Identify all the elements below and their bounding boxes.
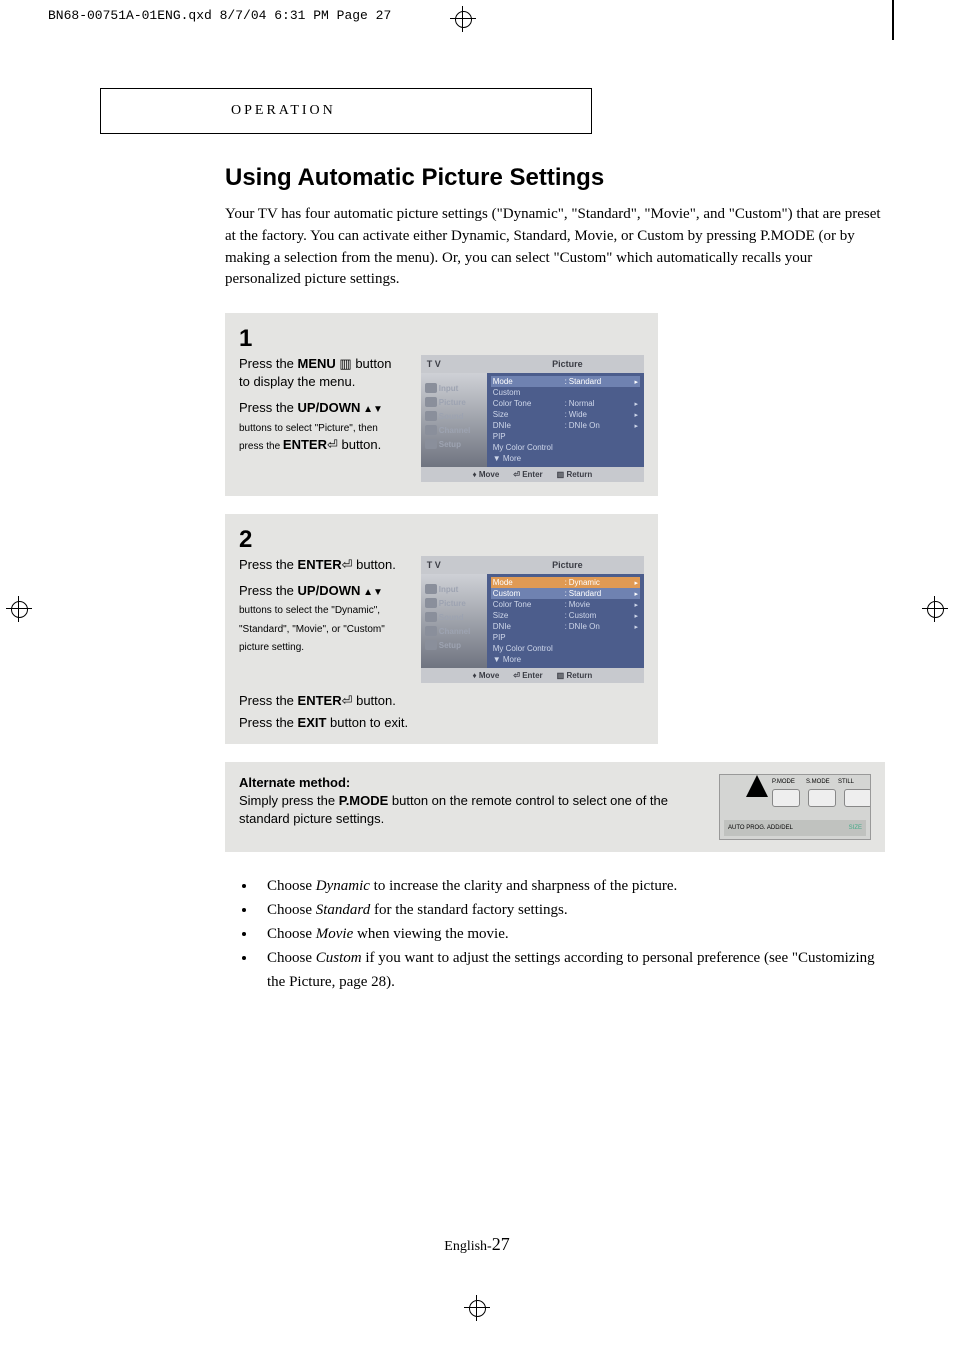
remote-label: STILL (838, 779, 854, 785)
registration-mark-icon (6, 596, 32, 628)
osd-menu-list: Mode:Standard▸CustomColor Tone:Normal▸Si… (487, 373, 644, 467)
crop-mark-icon (892, 0, 894, 40)
osd-menu-row: PIP (491, 431, 640, 442)
page-title: Using Automatic Picture Settings (225, 164, 885, 192)
alternate-method-box: Alternate method: Simply press the P.MOD… (225, 762, 885, 852)
osd-source: T V (421, 355, 491, 373)
osd-menu-row: DNIe:DNIe On▸ (491, 420, 640, 431)
osd-hint-return: ▥ Return (557, 470, 593, 479)
osd-menu-row: My Color Control (491, 442, 640, 453)
osd-menu-row: Mode:Dynamic▸ (491, 577, 640, 588)
osd-menu-row: PIP (491, 632, 640, 643)
osd-menu-row: Size:Wide▸ (491, 409, 640, 420)
step-1-box: 1 Press the MENU ▥ button to display the… (225, 313, 658, 496)
osd-hint-move: ♦ Move (473, 470, 500, 479)
remote-pmode-button (772, 789, 800, 807)
step-number: 1 (239, 325, 644, 353)
osd-menu-row: ▼ More (491, 453, 640, 464)
feature-bullets: Choose Dynamic to increase the clarity a… (235, 874, 885, 994)
section-label: OPERATION (231, 103, 336, 118)
step-number: 2 (239, 526, 644, 554)
registration-mark-icon (922, 596, 948, 628)
pointer-triangle-icon (746, 775, 768, 797)
osd-menu-row: Custom (491, 387, 640, 398)
bullet-item: Choose Standard for the standard factory… (257, 898, 885, 922)
remote-smode-button (808, 789, 836, 807)
osd-screenshot-1: T V Picture Input Picture Sound Channel … (421, 355, 644, 482)
registration-mark-icon (450, 6, 476, 38)
page-content: Using Automatic Picture Settings Your TV… (225, 164, 885, 994)
bullet-item: Choose Movie when viewing the movie. (257, 922, 885, 946)
alternate-heading: Alternate method: (239, 774, 699, 792)
intro-paragraph: Your TV has four automatic picture setti… (225, 204, 885, 291)
step-2-text: Press the ENTER⏎ button. Press the UP/DO… (239, 556, 403, 663)
remote-label: P.MODE (772, 779, 795, 785)
document-page: BN68-00751A-01ENG.qxd 8/7/04 6:31 PM Pag… (0, 0, 954, 1366)
osd-menu-row: Size:Custom▸ (491, 610, 640, 621)
osd-menu-row: DNIe:DNIe On▸ (491, 621, 640, 632)
osd-menu-row: Color Tone:Movie▸ (491, 599, 640, 610)
osd-menu-row: Mode:Standard▸ (491, 376, 640, 387)
step-1-text: Press the MENU ▥ button to display the m… (239, 355, 403, 462)
osd-hint-enter: ⏎ Enter (513, 470, 542, 479)
osd-title: Picture (491, 355, 644, 373)
remote-bottom-label: AUTO PROG. ADD/DEL (728, 825, 793, 831)
remote-label: S.MODE (806, 779, 830, 785)
bullet-item: Choose Custom if you want to adjust the … (257, 946, 885, 994)
osd-sidebar: Input Picture Sound Channel Setup (421, 373, 487, 467)
file-header: BN68-00751A-01ENG.qxd 8/7/04 6:31 PM Pag… (0, 0, 954, 28)
remote-still-button (844, 789, 871, 807)
page-footer: English-27 (0, 1234, 954, 1326)
alternate-body: Simply press the P.MODE button on the re… (239, 792, 699, 828)
remote-control-illustration: P.MODE S.MODE STILL AUTO PROG. ADD/DEL S… (719, 774, 871, 840)
osd-menu-row: ▼ More (491, 654, 640, 665)
osd-menu-row: Color Tone:Normal▸ (491, 398, 640, 409)
registration-mark-icon (464, 1295, 490, 1321)
osd-menu-row: Custom:Standard▸ (491, 588, 640, 599)
remote-bottom-label: SIZE (849, 825, 862, 831)
section-heading-box: OPERATION (100, 88, 592, 134)
osd-screenshot-2: T V Picture Input Picture Sound Channel … (421, 556, 644, 683)
osd-menu-row: My Color Control (491, 643, 640, 654)
bullet-item: Choose Dynamic to increase the clarity a… (257, 874, 885, 898)
step-2-box: 2 Press the ENTER⏎ button. Press the UP/… (225, 514, 658, 744)
osd-menu-list: Mode:Dynamic▸Custom:Standard▸Color Tone:… (487, 574, 644, 668)
